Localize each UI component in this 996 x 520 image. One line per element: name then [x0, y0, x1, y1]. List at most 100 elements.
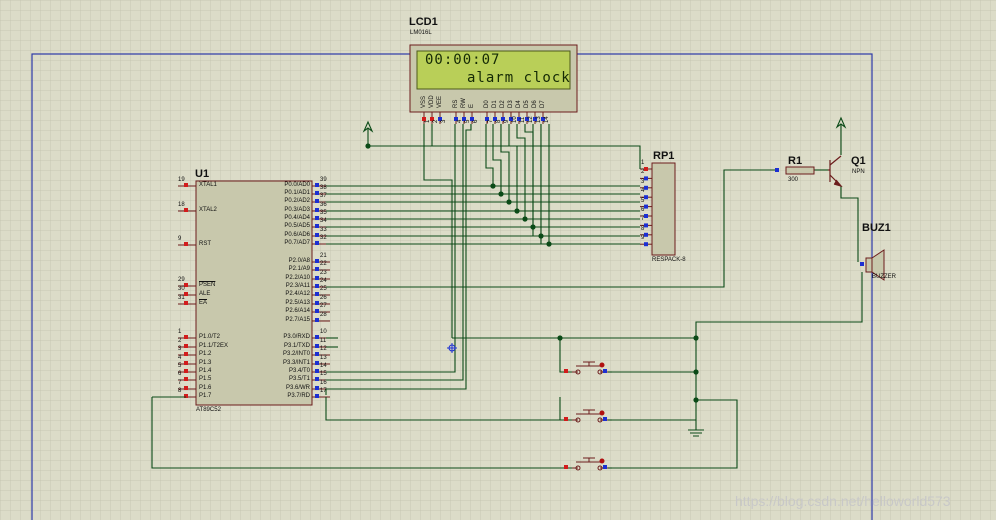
mcu-pin-name: P3.2/INT0 — [282, 351, 310, 357]
mcu-pin-number: 28 — [320, 312, 327, 318]
mcu-pin-terminal[interactable] — [315, 344, 319, 348]
mcu-pin-terminal[interactable] — [184, 352, 188, 356]
rp-pin-terminal[interactable] — [644, 195, 648, 200]
mcu-pin-number: 22 — [320, 261, 327, 267]
rp-part-label: RESPACK-8 — [652, 257, 686, 263]
mcu-pin-name: P0.7/AD7 — [284, 240, 310, 246]
mcu-pin-number: 3 — [178, 346, 182, 352]
mcu-pin-number: 38 — [320, 185, 327, 191]
mcu-pin-terminal[interactable] — [315, 352, 319, 356]
watermark-text: https://blog.csdn.net/helloworld573 — [735, 493, 951, 509]
mcu-pin-terminal[interactable] — [315, 183, 319, 187]
mcu-pin-name: P0.6/AD6 — [284, 232, 310, 238]
mcu-pin-number: 1 — [178, 329, 182, 335]
mcu-pin-number: 35 — [320, 210, 327, 216]
mcu-pin-number: 23 — [320, 270, 327, 276]
mcu-ref-label: U1 — [195, 168, 210, 180]
rp-pin-terminal[interactable] — [644, 223, 648, 228]
rp-pin-terminal[interactable] — [644, 232, 648, 237]
lcd-pin-name: VSS — [421, 95, 427, 108]
mcu-pin-name: P1.6 — [199, 385, 212, 391]
lcd-pin-name: D7 — [540, 100, 546, 108]
mcu-pin-terminal[interactable] — [315, 276, 319, 280]
mcu-pin-terminal[interactable] — [184, 377, 188, 381]
mcu-pin-number: 16 — [320, 380, 327, 386]
mcu-pin-terminal[interactable] — [184, 335, 188, 339]
mcu-pin-terminal[interactable] — [184, 242, 188, 246]
lcd-pin-name: D1 — [492, 100, 498, 108]
q1-ref-label: Q1 — [851, 155, 866, 167]
rp-pin-terminal[interactable] — [644, 167, 648, 171]
mcu-pin-terminal[interactable] — [315, 386, 319, 390]
mcu-pin-number: 6 — [178, 371, 182, 377]
mcu-pin-terminal[interactable] — [315, 377, 319, 381]
mcu-pin-number: 21 — [320, 253, 327, 259]
mcu-pin-name: P1.1/T2EX — [199, 343, 229, 349]
mcu-part-label: AT89C52 — [196, 407, 221, 413]
lcd-part-label: LM016L — [410, 30, 432, 36]
mcu-pin-number: 29 — [178, 277, 185, 283]
rp-pin-terminal[interactable] — [644, 214, 648, 218]
mcu-pin-terminal[interactable] — [315, 224, 319, 228]
mcu-pin-name: XTAL1 — [199, 182, 217, 188]
lcd-pin-name: D6 — [532, 100, 538, 108]
mcu-pin-terminal[interactable] — [315, 284, 319, 288]
mcu-pin-terminal[interactable] — [184, 208, 188, 212]
mcu-pin-terminal[interactable] — [315, 191, 319, 195]
rp-pin-terminal[interactable] — [644, 176, 648, 181]
lcd-pin-number: 3 — [441, 119, 447, 123]
mcu-pin-terminal[interactable] — [315, 292, 319, 296]
mcu-pin-terminal[interactable] — [315, 216, 319, 220]
mcu-pin-terminal[interactable] — [315, 267, 319, 271]
mcu-pin-number: 33 — [320, 227, 327, 233]
mcu-pin-terminal[interactable] — [315, 335, 319, 339]
lcd-pin-number: 1 — [425, 119, 431, 123]
mcu-pin-number: 39 — [320, 177, 327, 183]
rp-ref-label: RP1 — [653, 150, 675, 162]
mcu-pin-name: P2.6/A14 — [285, 308, 310, 314]
lcd-pin-number: 7 — [488, 119, 494, 123]
lcd-pin-name: D3 — [508, 100, 514, 108]
mcu-pin-name: P1.7 — [199, 393, 212, 399]
mcu-pin-terminal[interactable] — [315, 241, 319, 245]
mcu-pin-name: P2.3/A11 — [285, 283, 310, 289]
mcu-pin-terminal[interactable] — [184, 183, 188, 187]
mcu-pin-terminal[interactable] — [315, 199, 319, 203]
rp-pin-terminal[interactable] — [644, 204, 648, 209]
mcu-pin-number: 5 — [178, 363, 182, 369]
mcu-pin-name: EA — [199, 300, 208, 306]
mcu-pin-terminal[interactable] — [315, 309, 319, 313]
rp-pin-terminal[interactable] — [644, 185, 648, 190]
mcu-pin-number: 4 — [178, 355, 182, 361]
mcu-pin-terminal[interactable] — [184, 344, 188, 348]
mcu-pin-number: 9 — [178, 236, 182, 242]
lcd-pin-number: 11 — [520, 116, 526, 123]
mcu-pin-number: 25 — [320, 286, 327, 292]
mcu-pin-terminal[interactable] — [315, 259, 319, 263]
mcu-pin-name: P0.1/AD1 — [284, 190, 310, 196]
mcu-pin-terminal[interactable] — [315, 301, 319, 305]
mcu-pin-name: P0.4/AD4 — [284, 215, 310, 221]
lcd-pin-name: D0 — [484, 100, 490, 108]
rp-pin-number: 4 — [641, 188, 645, 195]
mcu-pin-terminal[interactable] — [315, 361, 319, 365]
mcu-pin-name: P0.2/AD2 — [284, 198, 310, 204]
mcu-pin-terminal[interactable] — [315, 394, 319, 398]
mcu-pin-number: 2 — [178, 338, 182, 344]
mcu-pin-number: 17 — [320, 388, 327, 394]
mcu-pin-terminal[interactable] — [184, 361, 188, 365]
mcu-pin-terminal[interactable] — [184, 369, 188, 373]
mcu-pin-terminal[interactable] — [315, 318, 319, 322]
mcu-pin-name: P1.3 — [199, 360, 212, 366]
mcu-pin-terminal[interactable] — [315, 233, 319, 237]
mcu-pin-terminal[interactable] — [184, 301, 188, 305]
mcu-pin-terminal[interactable] — [184, 386, 188, 390]
mcu-pin-name: PSEN — [199, 282, 216, 288]
buzzer-ref-label: BUZ1 — [862, 222, 891, 234]
mcu-pin-terminal[interactable] — [315, 208, 319, 212]
buzzer-part-label: BUZZER — [872, 274, 896, 280]
mcu-pin-name: P0.0/AD0 — [284, 182, 310, 188]
rp-pin-terminal[interactable] — [644, 242, 648, 247]
lcd-pin-name: VDD — [429, 95, 435, 108]
mcu-pin-terminal[interactable] — [315, 369, 319, 373]
